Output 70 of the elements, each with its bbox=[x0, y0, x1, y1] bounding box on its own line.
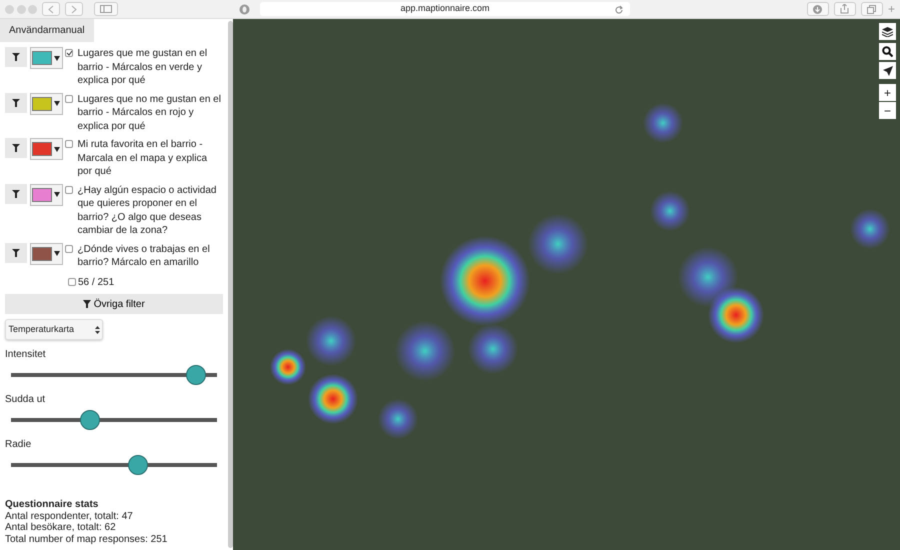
filter-icon bbox=[12, 190, 20, 198]
stats-title: Questionnaire stats bbox=[5, 499, 100, 510]
checkbox[interactable] bbox=[65, 140, 73, 148]
filter-button[interactable] bbox=[5, 92, 27, 112]
filter-button[interactable] bbox=[5, 184, 27, 204]
locate-icon[interactable] bbox=[879, 62, 896, 79]
updown-caret-icon bbox=[94, 326, 100, 334]
heat-spot bbox=[308, 374, 358, 424]
stats-line: Antal respondenter, totalt: 47 bbox=[5, 510, 134, 522]
filter-icon bbox=[12, 98, 20, 106]
layer-label: ¿Hay algún espacio o actividad que quieres proponer en el barrio? ¿O algo que deseas cambiar de la zona? bbox=[78, 184, 218, 238]
heat-spot bbox=[708, 287, 764, 343]
caret-icon bbox=[54, 192, 60, 197]
slider-label: Radie bbox=[5, 438, 32, 451]
zoom-out-button[interactable]: − bbox=[879, 102, 896, 119]
reload-icon[interactable] bbox=[614, 3, 624, 16]
layer-label: Lugares que no me gustan en el barrio - Márcalos en rojo y explica por qué bbox=[78, 92, 222, 133]
stats-line: Total number of map responses: 251 bbox=[5, 534, 168, 545]
slider-thumb[interactable] bbox=[80, 410, 100, 430]
address-bar[interactable]: app.maptionnaire.com bbox=[260, 2, 630, 16]
layer-label: ¿Dónde vives o trabajas en el barrio? Márcalo en amarillo bbox=[78, 242, 211, 270]
stats-line: Antal besökare, totalt: 62 bbox=[5, 522, 117, 534]
filter-icon bbox=[12, 53, 20, 61]
satellite-map[interactable]: + − bbox=[233, 19, 900, 550]
heat-spot bbox=[643, 103, 683, 143]
checkbox[interactable] bbox=[68, 278, 76, 286]
share-icon[interactable] bbox=[834, 2, 856, 16]
filter-button[interactable] bbox=[5, 242, 27, 262]
caret-icon bbox=[54, 146, 60, 152]
color-picker[interactable] bbox=[30, 242, 62, 264]
filter-icon bbox=[83, 300, 92, 308]
color-picker[interactable] bbox=[30, 92, 62, 114]
filter-button[interactable] bbox=[5, 138, 27, 158]
color-picker[interactable] bbox=[30, 184, 62, 206]
filter-icon bbox=[12, 144, 20, 152]
heat-spot bbox=[650, 191, 690, 231]
checkbox[interactable] bbox=[65, 186, 73, 194]
filter-icon bbox=[12, 248, 20, 256]
map-type-select[interactable]: Temperaturkarta bbox=[5, 319, 103, 340]
checkbox[interactable] bbox=[65, 49, 73, 57]
download-icon[interactable] bbox=[806, 2, 829, 16]
slider-label: Intensitet bbox=[5, 348, 47, 361]
layer-label: Mi ruta favorita en el barrio - Marcala en el mapa y explica por qué bbox=[78, 138, 208, 178]
layers-icon[interactable] bbox=[879, 23, 896, 40]
heat-spot bbox=[850, 209, 890, 249]
checkbox[interactable] bbox=[65, 244, 73, 252]
checkbox[interactable] bbox=[65, 94, 73, 102]
search-icon[interactable] bbox=[879, 42, 896, 60]
scrollbar[interactable] bbox=[228, 21, 233, 548]
layer-label: Lugares que me gustan en el barrio - Márcalos en verde y explica por qué bbox=[78, 47, 208, 88]
caret-icon bbox=[54, 251, 60, 256]
color-picker[interactable] bbox=[30, 47, 62, 69]
zoom-in-button[interactable]: + bbox=[879, 84, 896, 101]
checkmark-icon bbox=[66, 50, 72, 56]
caret-icon bbox=[54, 101, 60, 106]
other-filters-button[interactable]: Övriga filter bbox=[5, 294, 223, 314]
color-picker[interactable] bbox=[30, 138, 62, 160]
tabs-icon[interactable] bbox=[860, 2, 883, 16]
heat-spot bbox=[378, 399, 418, 439]
slider-thumb[interactable] bbox=[128, 455, 148, 475]
caret-icon bbox=[54, 56, 60, 60]
slider-thumb[interactable] bbox=[186, 365, 206, 385]
heat-spot bbox=[270, 349, 306, 385]
heat-spot bbox=[306, 316, 356, 366]
heat-spot bbox=[678, 247, 738, 307]
filter-button[interactable] bbox=[5, 47, 27, 67]
slider-label: Sudda ut bbox=[5, 392, 46, 406]
sidebar-icon[interactable] bbox=[94, 2, 118, 16]
user-manual-tab[interactable]: Användarmanual bbox=[0, 19, 94, 42]
count-label: 56 / 251 bbox=[78, 276, 114, 289]
